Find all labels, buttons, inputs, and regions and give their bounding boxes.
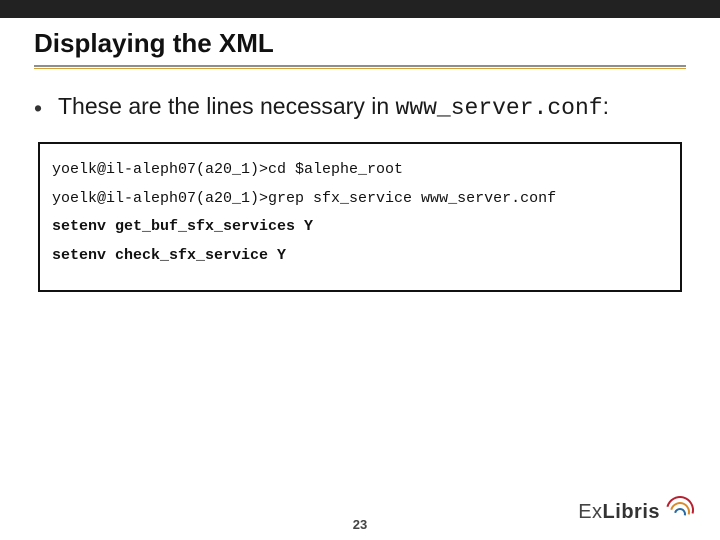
top-bar <box>0 0 720 18</box>
bullet-code-inline: www_server.conf <box>396 95 603 121</box>
logo-arcs-icon <box>666 498 696 524</box>
bullet-item: • These are the lines necessary in www_s… <box>34 91 686 124</box>
logo-text: ExLibris <box>578 501 660 524</box>
bullet-text-part1: These are the lines necessary in <box>58 93 396 119</box>
logo-text-thin: Ex <box>578 501 602 523</box>
bullet-text: These are the lines necessary in www_ser… <box>58 91 609 124</box>
logo-text-bold: Libris <box>603 501 660 523</box>
bullet-text-part2: : <box>603 93 609 119</box>
exlibris-logo: ExLibris <box>578 498 696 524</box>
code-line: yoelk@il-aleph07(a20_1)>cd $alephe_root <box>52 156 668 185</box>
slide-content: Displaying the XML • These are the lines… <box>0 18 720 292</box>
code-line: setenv get_buf_sfx_services Y <box>52 213 668 242</box>
code-box: yoelk@il-aleph07(a20_1)>cd $alephe_root … <box>38 142 682 292</box>
title-underline-gray <box>34 65 686 67</box>
bullet-marker: • <box>34 91 44 124</box>
code-line: setenv check_sfx_service Y <box>52 242 668 271</box>
code-line: yoelk@il-aleph07(a20_1)>grep sfx_service… <box>52 185 668 214</box>
slide-title: Displaying the XML <box>34 28 686 65</box>
title-underline-gold <box>34 68 686 69</box>
